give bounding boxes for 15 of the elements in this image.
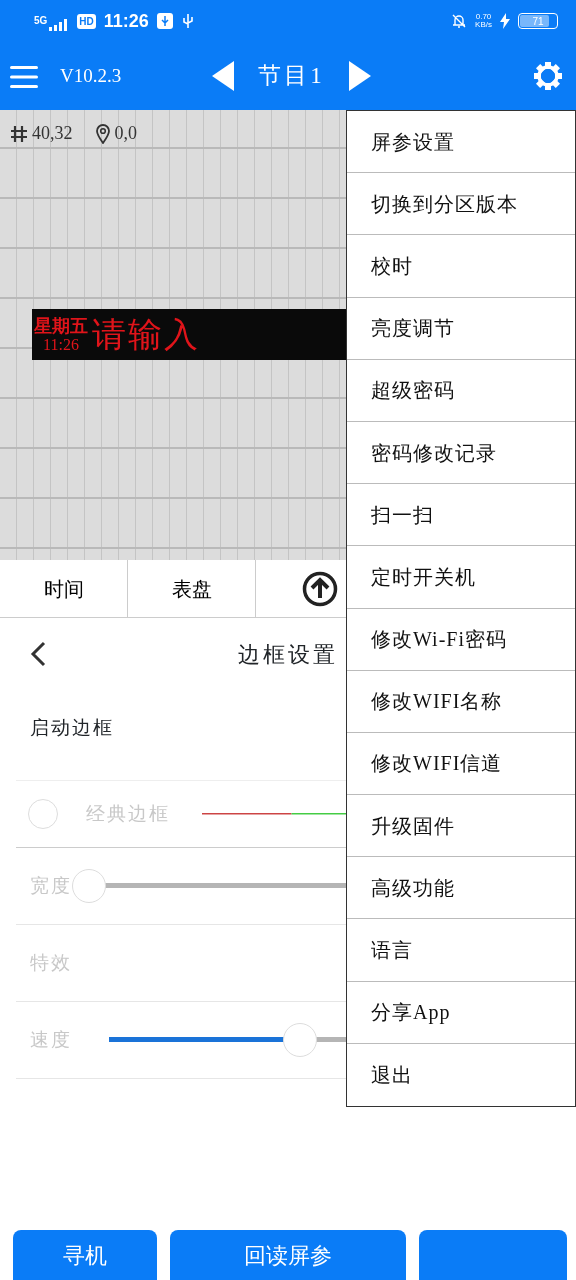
panel-title: 边框设置: [238, 640, 338, 669]
program-title: 节目1: [258, 61, 325, 90]
size-text: 40,32: [32, 122, 73, 145]
speed-unit: KB/s: [475, 21, 492, 29]
network-label: 5G: [34, 16, 48, 26]
led-text: 请输入: [92, 315, 200, 355]
clock-text: 11:26: [103, 9, 149, 33]
battery-icon: 71: [518, 13, 558, 29]
row-label: 启动边框: [30, 715, 114, 740]
version-label: V10.2.3: [60, 63, 122, 88]
position-text: 0,0: [114, 122, 137, 145]
hd-badge: HD: [77, 13, 96, 29]
speed-text: 0.70: [475, 13, 492, 21]
led-time: 11:26: [43, 335, 79, 354]
led-weekday: 星期五: [34, 315, 88, 336]
